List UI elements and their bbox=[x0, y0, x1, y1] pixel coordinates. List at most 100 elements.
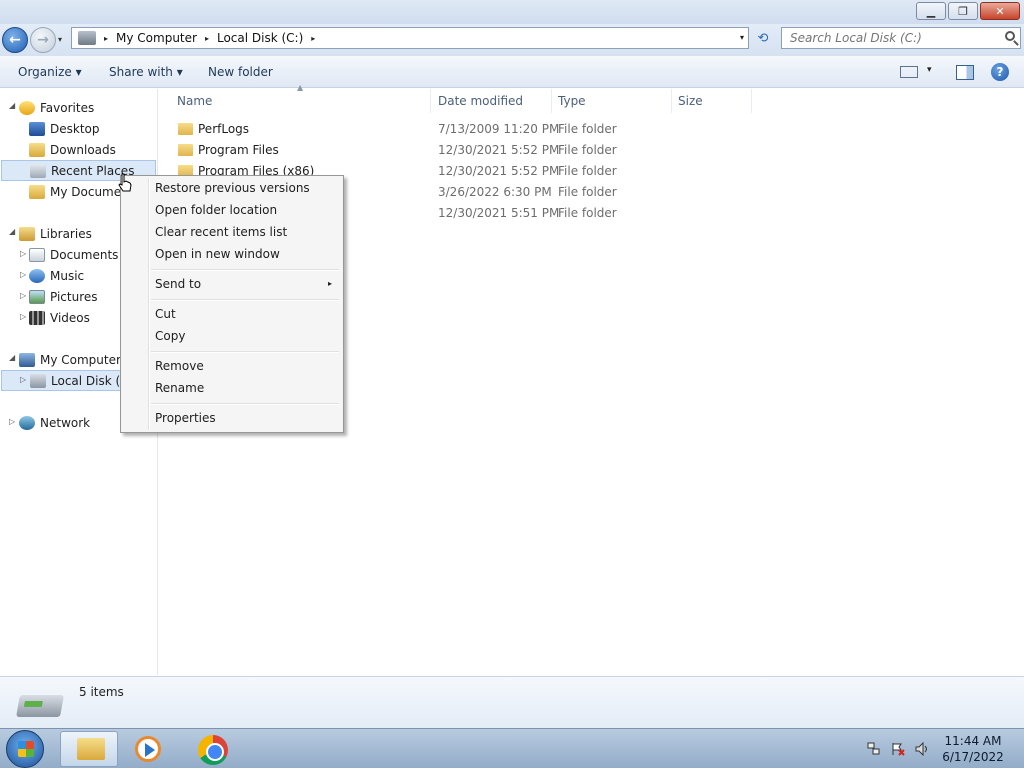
menu-item-clear-recent-items[interactable]: Clear recent items list bbox=[124, 221, 340, 243]
file-date: 7/13/2009 11:20 PM bbox=[438, 122, 560, 136]
expand-documents-icon[interactable]: ▷ bbox=[20, 249, 26, 258]
nav-item-desktop[interactable]: Desktop bbox=[29, 118, 100, 139]
nav-item-videos[interactable]: Videos bbox=[29, 307, 90, 328]
nav-item-label: Videos bbox=[50, 310, 90, 325]
address-bar[interactable]: ▸ My Computer ▸ Local Disk (C:) ▸ ▾ bbox=[71, 27, 749, 49]
menu-item-properties[interactable]: Properties bbox=[124, 407, 340, 429]
menu-item-rename[interactable]: Rename bbox=[124, 377, 340, 399]
menu-item-send-to[interactable]: Send to ▸ bbox=[124, 273, 340, 295]
music-icon bbox=[29, 268, 45, 283]
clock-time: 11:44 AM bbox=[944, 734, 1002, 748]
item-count: 5 items bbox=[79, 685, 124, 699]
nav-item-documents[interactable]: Documents bbox=[29, 244, 118, 265]
menu-item-remove[interactable]: Remove bbox=[124, 355, 340, 377]
minimize-button[interactable]: ▁ bbox=[916, 2, 946, 20]
file-date: 12/30/2021 5:51 PM bbox=[438, 206, 560, 220]
nav-item-label: Downloads bbox=[50, 142, 116, 157]
menu-separator bbox=[151, 351, 339, 353]
file-type: File folder bbox=[558, 122, 617, 136]
help-icon[interactable]: ? bbox=[991, 63, 1009, 81]
address-history-dropdown[interactable]: ▾ bbox=[740, 33, 744, 42]
expand-favorites-icon[interactable]: ◢ bbox=[9, 101, 15, 110]
forward-button[interactable]: → bbox=[30, 27, 56, 53]
volume-icon[interactable] bbox=[915, 742, 929, 756]
refresh-button[interactable]: ⟲ bbox=[752, 28, 774, 48]
search-box[interactable] bbox=[781, 27, 1021, 49]
downloads-folder-icon bbox=[29, 142, 45, 157]
breadcrumb-separator[interactable]: ▸ bbox=[311, 34, 315, 43]
file-row[interactable]: PerfLogs 7/13/2009 11:20 PM File folder bbox=[173, 119, 773, 140]
close-button[interactable]: ✕ bbox=[980, 2, 1020, 20]
action-center-flag-icon[interactable] bbox=[891, 742, 905, 756]
sort-ascending-icon: ▲ bbox=[297, 83, 304, 92]
menu-item-copy[interactable]: Copy bbox=[124, 325, 340, 347]
file-date: 12/30/2021 5:52 PM bbox=[438, 143, 560, 157]
nav-item-label: Desktop bbox=[50, 121, 100, 136]
expand-pictures-icon[interactable]: ▷ bbox=[20, 291, 26, 300]
nav-my-computer[interactable]: My Computer bbox=[19, 349, 121, 370]
share-with-button[interactable]: Share with ▾ bbox=[109, 65, 183, 79]
details-pane: 5 items bbox=[0, 676, 1024, 728]
file-name: PerfLogs bbox=[198, 122, 250, 136]
column-header-name[interactable]: Name bbox=[171, 89, 431, 113]
expand-videos-icon[interactable]: ▷ bbox=[20, 312, 26, 321]
desktop-icon bbox=[29, 121, 45, 136]
recent-pages-dropdown[interactable]: ▾ bbox=[58, 35, 62, 44]
expand-music-icon[interactable]: ▷ bbox=[20, 270, 26, 279]
menu-item-restore-previous-versions[interactable]: Restore previous versions bbox=[124, 177, 340, 199]
organize-button[interactable]: Organize ▾ bbox=[18, 65, 82, 79]
view-options-icon[interactable] bbox=[900, 66, 918, 78]
column-header-size[interactable]: Size bbox=[672, 89, 752, 113]
breadcrumb-separator[interactable]: ▸ bbox=[205, 34, 209, 43]
back-button[interactable]: ← bbox=[2, 27, 28, 53]
expand-computer-icon[interactable]: ◢ bbox=[9, 353, 15, 362]
column-header-label: Size bbox=[678, 94, 703, 108]
hand-cursor-icon bbox=[118, 173, 132, 192]
column-header-type[interactable]: Type bbox=[552, 89, 672, 113]
breadcrumb-local-disk[interactable]: Local Disk (C:) bbox=[217, 31, 303, 45]
column-header-label: Date modified bbox=[438, 94, 524, 108]
file-type: File folder bbox=[558, 164, 617, 178]
nav-libraries[interactable]: Libraries bbox=[19, 223, 92, 244]
maximize-button[interactable]: ❐ bbox=[948, 2, 978, 20]
videos-icon bbox=[29, 310, 45, 325]
media-player-icon bbox=[135, 736, 161, 762]
nav-favorites[interactable]: Favorites bbox=[19, 97, 94, 118]
nav-network-label: Network bbox=[40, 415, 91, 430]
file-type: File folder bbox=[558, 185, 617, 199]
search-input[interactable] bbox=[782, 28, 992, 48]
nav-network[interactable]: Network bbox=[19, 412, 90, 433]
nav-item-music[interactable]: Music bbox=[29, 265, 84, 286]
preview-pane-icon[interactable] bbox=[956, 65, 974, 80]
nav-item-label: Documents bbox=[50, 247, 119, 262]
column-header-date-modified[interactable]: Date modified bbox=[432, 89, 552, 113]
system-clock[interactable]: 11:44 AM 6/17/2022 bbox=[930, 733, 1016, 765]
menu-item-cut[interactable]: Cut bbox=[124, 303, 340, 325]
nav-my-computer-label: My Computer bbox=[40, 352, 121, 367]
taskbar-explorer-button[interactable] bbox=[60, 731, 118, 767]
file-row[interactable]: Program Files 12/30/2021 5:52 PM File fo… bbox=[173, 140, 773, 161]
folder-icon bbox=[178, 123, 193, 135]
taskbar-chrome-button[interactable] bbox=[184, 731, 242, 767]
window-controls: ▁ ❐ ✕ bbox=[916, 2, 1020, 20]
network-tray-icon[interactable] bbox=[867, 742, 881, 756]
search-icon[interactable] bbox=[1005, 31, 1015, 41]
nav-item-downloads[interactable]: Downloads bbox=[29, 139, 116, 160]
menu-item-open-in-new-window[interactable]: Open in new window bbox=[124, 243, 340, 265]
file-type: File folder bbox=[558, 143, 617, 157]
recent-places-icon bbox=[30, 163, 46, 178]
expand-local-disk-icon[interactable]: ▷ bbox=[20, 375, 26, 384]
submenu-arrow-icon: ▸ bbox=[327, 279, 332, 288]
file-date: 3/26/2022 6:30 PM bbox=[438, 185, 552, 199]
menu-item-open-folder-location[interactable]: Open folder location bbox=[124, 199, 340, 221]
new-folder-button[interactable]: New folder bbox=[208, 65, 273, 79]
taskbar-media-player-button[interactable] bbox=[121, 731, 179, 767]
expand-libraries-icon[interactable]: ◢ bbox=[9, 227, 15, 236]
breadcrumb-my-computer[interactable]: My Computer bbox=[116, 31, 197, 45]
expand-network-icon[interactable]: ▷ bbox=[9, 417, 15, 426]
nav-item-pictures[interactable]: Pictures bbox=[29, 286, 98, 307]
clock-date: 6/17/2022 bbox=[942, 750, 1004, 764]
breadcrumb-separator[interactable]: ▸ bbox=[104, 34, 108, 43]
start-button[interactable] bbox=[6, 730, 44, 768]
view-dropdown[interactable]: ▾ bbox=[927, 65, 932, 75]
